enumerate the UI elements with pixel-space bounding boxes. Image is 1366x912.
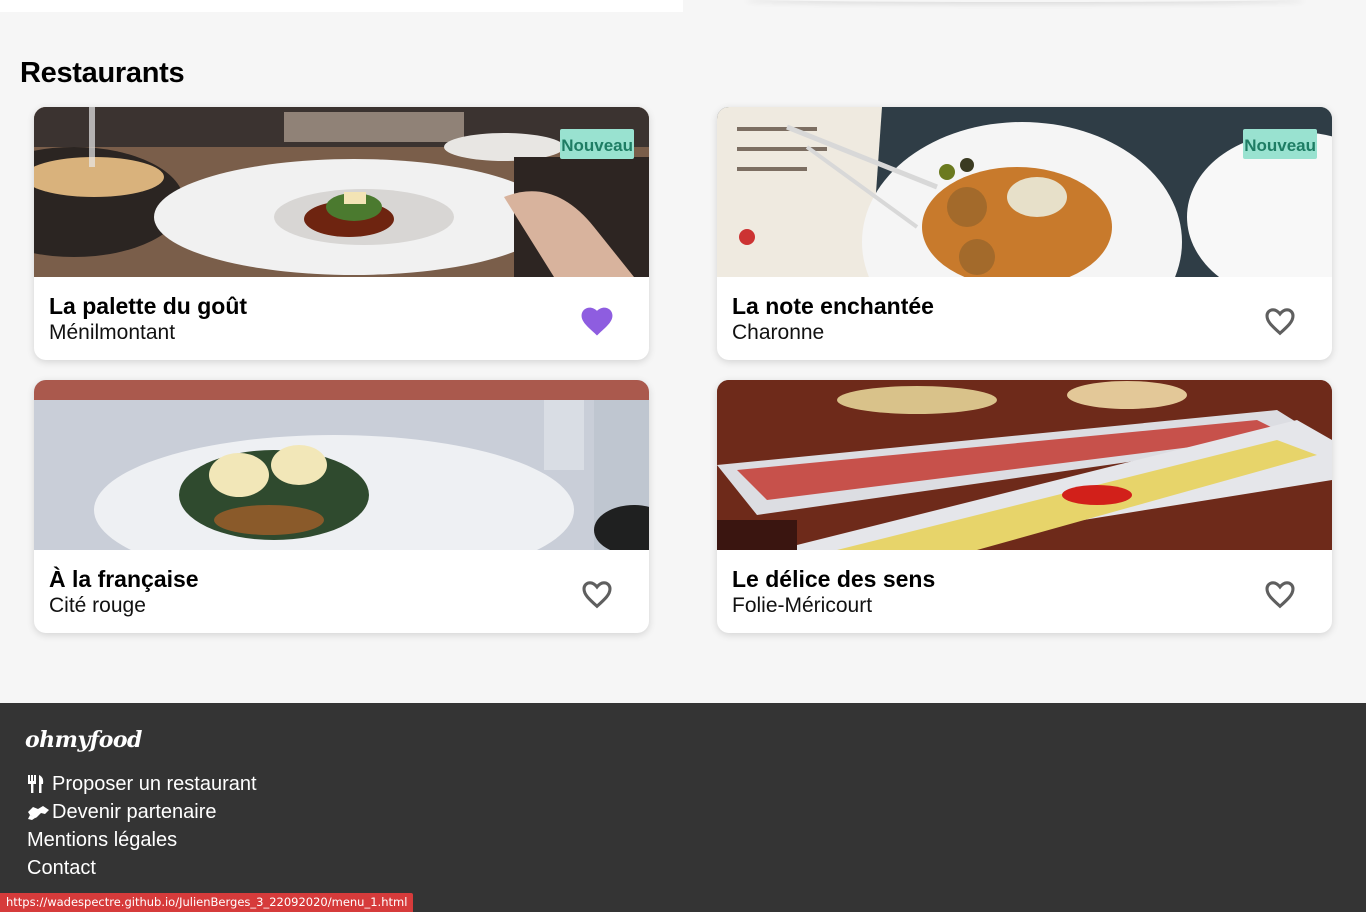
- new-badge: Nouveau: [560, 129, 634, 159]
- heart-outline-icon[interactable]: [1261, 303, 1299, 337]
- restaurant-name: La note enchantée: [732, 293, 934, 319]
- restaurant-card[interactable]: À la française Cité rouge: [34, 380, 649, 633]
- heart-filled-icon[interactable]: [578, 303, 616, 337]
- restaurant-name: À la française: [49, 566, 199, 592]
- footer-links: Proposer un restaurant Devenir partenair…: [27, 770, 257, 882]
- propose-restaurant-link[interactable]: Proposer un restaurant: [27, 770, 257, 798]
- food-plate-image: [34, 380, 649, 550]
- section-title: Restaurants: [20, 57, 185, 89]
- previous-section-panel: [0, 0, 683, 12]
- contact-label: Contact: [27, 857, 96, 879]
- restaurant-photo: Nouveau: [717, 107, 1332, 277]
- footer-logo[interactable]: ohmyfood: [25, 727, 142, 753]
- footer: ohmyfood Proposer un restaurant Devenir …: [0, 703, 1366, 912]
- restaurant-photo: Nouveau: [34, 107, 649, 277]
- heart-outline-icon[interactable]: [578, 576, 616, 610]
- utensils-icon: [27, 773, 52, 795]
- restaurant-card[interactable]: Le délice des sens Folie-Méricourt: [717, 380, 1332, 633]
- legal-notice-link[interactable]: Mentions légales: [27, 826, 257, 854]
- handshake-icon: [27, 801, 52, 823]
- restaurant-grid: Nouveau La palette du goût Ménilmontant: [34, 107, 1332, 633]
- food-plate-image: [34, 107, 649, 277]
- restaurant-area: Cité rouge: [49, 594, 146, 617]
- restaurant-name: La palette du goût: [49, 293, 248, 319]
- restaurant-area: Ménilmontant: [49, 321, 176, 344]
- restaurant-photo: [34, 380, 649, 550]
- contact-link[interactable]: Contact: [27, 854, 257, 882]
- previous-section-shadow: [745, 0, 1305, 2]
- restaurant-area: Charonne: [732, 321, 825, 344]
- food-plate-image: [717, 107, 1332, 277]
- restaurant-area: Folie-Méricourt: [732, 594, 873, 617]
- new-badge: Nouveau: [1243, 129, 1317, 159]
- heart-outline-icon[interactable]: [1261, 576, 1299, 610]
- restaurant-card[interactable]: Nouveau La note enchantée Charonne: [717, 107, 1332, 360]
- legal-notice-label: Mentions légales: [27, 829, 178, 851]
- restaurant-name: Le délice des sens: [732, 566, 936, 592]
- restaurant-card[interactable]: Nouveau La palette du goût Ménilmontant: [34, 107, 649, 360]
- food-plate-image: [717, 380, 1332, 550]
- propose-restaurant-label: Proposer un restaurant: [52, 773, 257, 795]
- become-partner-label: Devenir partenaire: [52, 801, 217, 823]
- restaurant-photo: [717, 380, 1332, 550]
- browser-status-url: https://wadespectre.github.io/JulienBerg…: [0, 893, 414, 912]
- become-partner-link[interactable]: Devenir partenaire: [27, 798, 257, 826]
